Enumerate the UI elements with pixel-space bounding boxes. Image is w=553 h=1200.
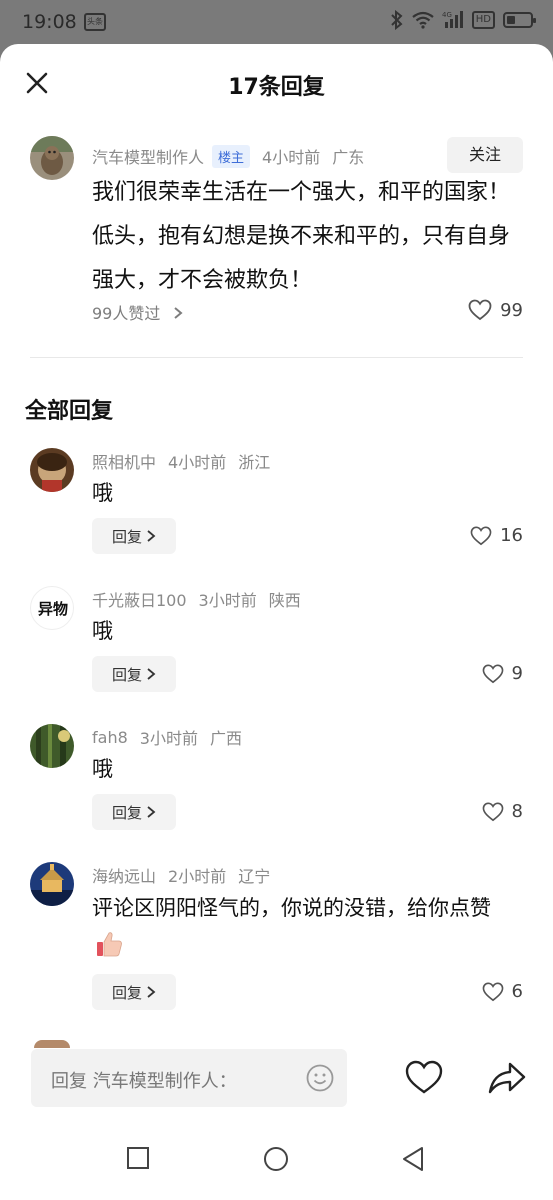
- reply-meta: 海纳远山 2小时前 辽宁: [92, 863, 270, 887]
- reply-input[interactable]: 回复 汽车模型制作人：: [31, 1049, 347, 1107]
- avatar[interactable]: 异物: [30, 586, 74, 630]
- sheet-header: 17条回复: [0, 44, 553, 128]
- reply-location: 广西: [209, 729, 242, 748]
- reply-time: 3小时前: [198, 591, 257, 610]
- like-post-button[interactable]: [404, 1058, 444, 1098]
- avatar[interactable]: [30, 136, 74, 180]
- like-button[interactable]: 9: [482, 663, 523, 684]
- reply-button[interactable]: 回复: [92, 794, 176, 830]
- comment-text: 我们很荣幸生活在一个强大，和平的国家！低头，抱有幻想是换不来和平的，只有自身强大…: [92, 180, 511, 293]
- signal-icon: 4G: [442, 11, 463, 28]
- reply-time: 2小时前: [168, 867, 227, 886]
- reply-text-content: 评论区阴阳怪气的，你说的没错，给你点赞: [92, 896, 491, 920]
- reply-location: 陕西: [268, 591, 301, 610]
- status-time: 19:08: [22, 11, 77, 33]
- reply-meta: fah8 3小时前 广西: [92, 725, 242, 749]
- heart-icon: [482, 982, 503, 1001]
- reply-text: 评论区阴阳怪气的，你说的没错，给你点赞: [92, 888, 522, 968]
- status-bar: 19:08 头条 4G HD: [0, 0, 553, 44]
- section-title: 全部回复: [25, 399, 114, 424]
- home-button[interactable]: [263, 1146, 289, 1176]
- square-icon: [127, 1147, 149, 1169]
- reply-button[interactable]: 回复: [92, 974, 176, 1010]
- comment-time: 4小时前: [262, 148, 321, 167]
- comment-location: 广东: [332, 148, 365, 167]
- heart-icon: [482, 664, 503, 683]
- heart-icon: [470, 526, 492, 545]
- network-type: 4G: [442, 11, 452, 19]
- emoji-button[interactable]: [305, 1063, 335, 1093]
- app-notification-icon: 头条: [84, 13, 106, 31]
- like-count: 6: [511, 981, 523, 1002]
- reply-button[interactable]: 回复: [92, 518, 176, 554]
- chevron-right-icon: [147, 806, 156, 818]
- avatar: [34, 1040, 70, 1048]
- heart-icon: [405, 1060, 443, 1094]
- author-name[interactable]: 千光蔽日100: [92, 587, 187, 611]
- reply-input-placeholder: 回复 汽车模型制作人：: [51, 1071, 237, 1092]
- author-name[interactable]: 海纳远山: [92, 863, 156, 887]
- chevron-right-icon: [174, 307, 184, 319]
- hd-icon: HD: [471, 11, 495, 29]
- divider: [30, 357, 523, 358]
- reply-button-label: 回复: [111, 803, 142, 822]
- share-button[interactable]: [486, 1058, 528, 1098]
- reply-time: 3小时前: [139, 729, 198, 748]
- thumbs-up-icon: [97, 932, 122, 957]
- author-name[interactable]: 汽车模型制作人: [92, 144, 204, 168]
- reply-button-label: 回复: [111, 527, 142, 546]
- chevron-right-icon: [147, 668, 156, 680]
- recents-button[interactable]: [126, 1146, 150, 1174]
- avatar[interactable]: [30, 862, 74, 906]
- like-count: 8: [511, 801, 523, 822]
- avatar[interactable]: [30, 724, 74, 768]
- comment-meta: 汽车模型制作人 楼主 4小时前 广东: [92, 144, 364, 168]
- heart-icon: [468, 299, 492, 321]
- reply-meta: 千光蔽日100 3小时前 陕西: [92, 587, 301, 611]
- triangle-back-icon: [403, 1147, 423, 1171]
- reply-meta: 照相机中 4小时前 浙江: [92, 449, 270, 473]
- status-icons: 4G HD: [390, 10, 536, 30]
- like-count: 99: [500, 299, 523, 321]
- like-button[interactable]: 16: [470, 525, 523, 546]
- reply-text: 哦: [92, 481, 113, 505]
- like-button[interactable]: 99: [468, 299, 523, 321]
- like-button[interactable]: 6: [482, 981, 523, 1002]
- reply-button[interactable]: 回复: [92, 656, 176, 692]
- reply-text: 哦: [92, 619, 113, 643]
- follow-button[interactable]: 关注: [447, 137, 523, 173]
- avatar-text: 异物: [37, 600, 68, 618]
- like-count: 9: [511, 663, 523, 684]
- avatar[interactable]: [30, 448, 74, 492]
- heart-icon: [482, 802, 503, 821]
- bluetooth-icon: [391, 10, 403, 30]
- back-button[interactable]: [401, 1146, 425, 1176]
- like-button[interactable]: 8: [482, 801, 523, 822]
- circle-icon: [264, 1147, 288, 1171]
- author-badge: 楼主: [212, 144, 251, 168]
- reply-time: 4小时前: [168, 453, 227, 472]
- chevron-right-icon: [147, 530, 156, 542]
- reply-location: 辽宁: [238, 867, 271, 886]
- likes-list-link[interactable]: 99人赞过: [92, 300, 185, 324]
- reply-text: 哦: [92, 757, 113, 781]
- author-name[interactable]: fah8: [92, 728, 128, 747]
- chevron-right-icon: [147, 986, 156, 998]
- author-name[interactable]: 照相机中: [92, 449, 156, 473]
- reply-button-label: 回复: [111, 665, 142, 684]
- emoji-icon: [306, 1064, 334, 1092]
- system-nav-bar: [0, 1124, 553, 1200]
- reply-location: 浙江: [238, 453, 271, 472]
- replies-sheet: 17条回复 汽车模型制作人 楼主 4小时前 广东 关注 我们很荣幸生活在一个强大…: [0, 44, 553, 1200]
- battery-icon: [503, 12, 536, 28]
- page-title: 17条回复: [228, 75, 325, 100]
- reply-button-label: 回复: [111, 983, 142, 1002]
- likes-link-label: 99人赞过: [92, 304, 161, 323]
- wifi-icon: [412, 11, 434, 29]
- share-icon: [488, 1062, 526, 1094]
- like-count: 16: [500, 525, 523, 546]
